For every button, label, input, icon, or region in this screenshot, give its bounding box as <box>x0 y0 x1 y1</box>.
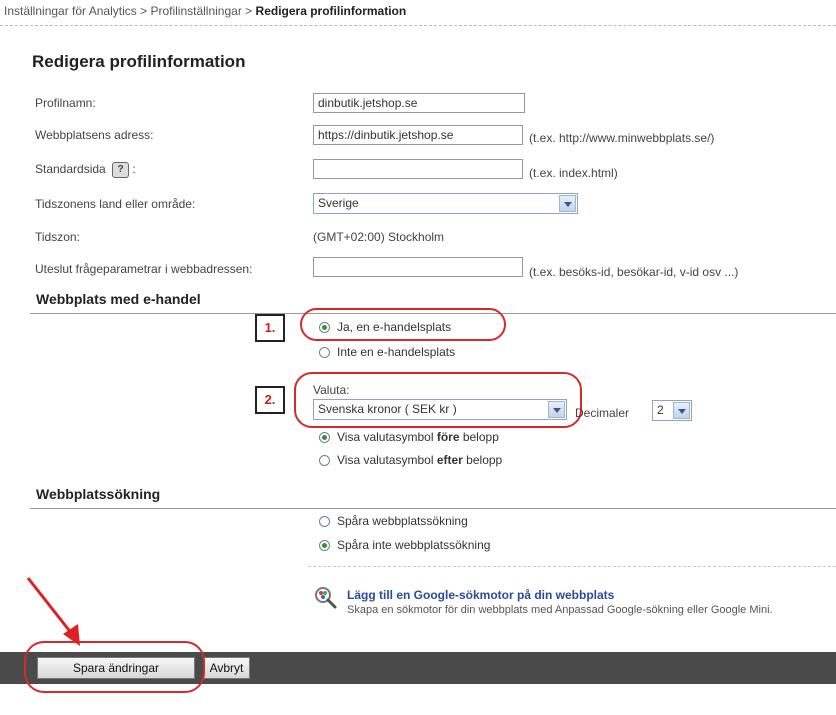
default-page-label-row: Standardsida ? : <box>35 162 136 178</box>
ecommerce-no-label[interactable]: Inte en e-handelsplats <box>337 345 455 359</box>
annotation-oval-save <box>24 641 205 693</box>
website-url-hint: (t.ex. http://www.minwebbplats.se/) <box>529 131 715 145</box>
default-page-hint: (t.ex. index.html) <box>529 166 618 180</box>
timezone-value: (GMT+02:00) Stockholm <box>313 230 445 244</box>
ecommerce-yes-label[interactable]: Ja, en e-handelsplats <box>337 320 451 334</box>
default-page-label: Standardsida <box>35 162 106 177</box>
exclude-params-label: Uteslut frågeparametrar i webbadressen: <box>35 262 253 276</box>
breadcrumb-divider <box>0 25 836 26</box>
no-track-search-label[interactable]: Spåra inte webbplatssökning <box>337 538 490 552</box>
timezone-country-label: Tidszonens land eller område: <box>35 197 196 211</box>
chevron-down-icon[interactable] <box>548 401 565 418</box>
symbol-after-radio[interactable] <box>319 455 330 466</box>
ecommerce-no-radio[interactable] <box>319 347 330 358</box>
decimals-select[interactable]: 2 <box>652 400 692 421</box>
website-url-input[interactable] <box>313 125 523 145</box>
breadcrumb-separator: > <box>245 4 253 18</box>
breadcrumb-current: Redigera profilinformation <box>255 4 407 18</box>
page-title: Redigera profilinformation <box>32 52 246 71</box>
currency-select[interactable]: Svenska kronor ( SEK kr ) <box>313 399 567 420</box>
symbol-before-label[interactable]: Visa valutasymbol före belopp <box>337 430 499 444</box>
decimals-value: 2 <box>657 403 664 417</box>
breadcrumb: Inställningar för Analytics > Profilinst… <box>4 4 406 18</box>
magnifier-icon <box>313 585 339 611</box>
google-search-description: Skapa en sökmotor för din webbplats med … <box>347 604 773 616</box>
section-divider <box>308 566 836 567</box>
timezone-label: Tidszon: <box>35 230 80 244</box>
profile-name-input[interactable] <box>313 93 525 113</box>
breadcrumb-separator: > <box>140 4 148 18</box>
exclude-params-hint: (t.ex. besöks-id, besökar-id, v-id osv .… <box>529 265 739 279</box>
track-search-radio[interactable] <box>319 516 330 527</box>
currency-value: Svenska kronor ( SEK kr ) <box>318 402 457 416</box>
section-divider <box>30 508 836 509</box>
breadcrumb-link-profile-settings[interactable]: Profilinställningar <box>150 4 241 18</box>
annotation-marker-2: 2. <box>255 386 285 414</box>
chevron-down-icon[interactable] <box>673 402 690 419</box>
chevron-down-icon[interactable] <box>559 195 576 212</box>
track-search-label[interactable]: Spåra webbplatssökning <box>337 514 468 528</box>
decimals-label: Decimaler <box>575 406 630 420</box>
ecommerce-heading: Webbplats med e-handel <box>36 291 201 307</box>
annotation-marker-1: 1. <box>255 314 285 342</box>
help-icon[interactable]: ? <box>112 162 130 178</box>
website-url-label: Webbplatsens adress: <box>35 128 154 142</box>
exclude-params-input[interactable] <box>313 257 523 277</box>
symbol-after-label[interactable]: Visa valutasymbol efter belopp <box>337 453 502 467</box>
currency-label: Valuta: <box>313 383 350 397</box>
default-page-colon: : <box>132 162 136 177</box>
breadcrumb-link-analytics-settings[interactable]: Inställningar för Analytics <box>4 4 137 18</box>
ecommerce-yes-radio[interactable] <box>319 322 330 333</box>
timezone-country-select[interactable]: Sverige <box>313 193 578 214</box>
default-page-input[interactable] <box>313 159 523 179</box>
timezone-country-value: Sverige <box>318 196 359 210</box>
annotation-arrow <box>26 577 80 646</box>
google-search-link[interactable]: Lägg till en Google-sökmotor på din webb… <box>347 588 614 602</box>
cancel-button[interactable]: Avbryt <box>203 657 250 679</box>
site-search-heading: Webbplatssökning <box>36 486 161 502</box>
no-track-search-radio[interactable] <box>319 540 330 551</box>
profile-name-label: Profilnamn: <box>35 96 96 110</box>
symbol-before-radio[interactable] <box>319 432 330 443</box>
